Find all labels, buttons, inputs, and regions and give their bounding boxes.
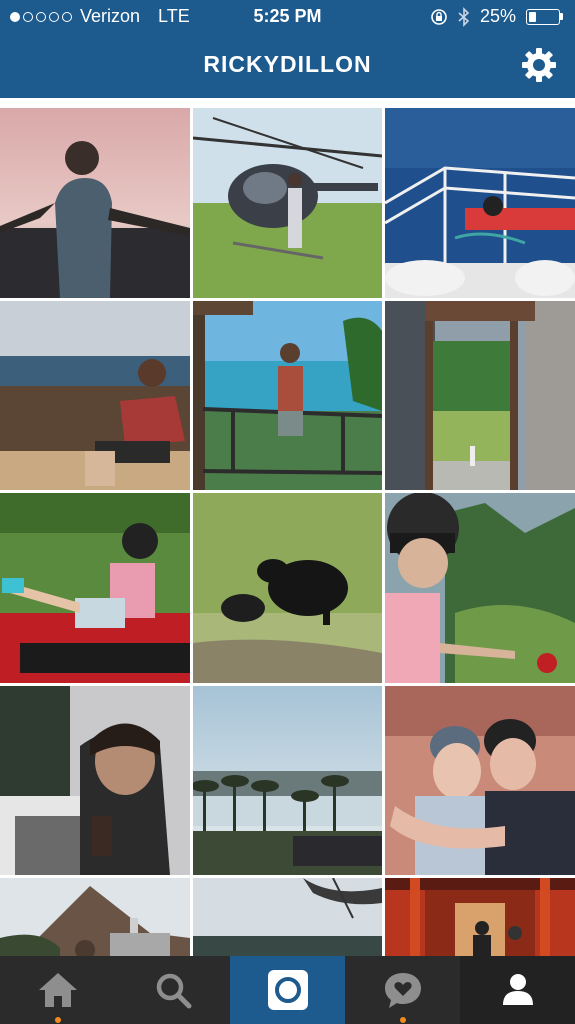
top-header: Verizon LTE 5:25 PM 25% RICKYDILLON <box>0 0 575 98</box>
page-title: RICKYDILLON <box>203 51 372 77</box>
photo-tile-couple-selfie[interactable] <box>385 686 575 875</box>
tab-profile[interactable] <box>460 956 575 1024</box>
bottom-tab-bar <box>0 956 575 1024</box>
photo-tile-mountain-castle[interactable] <box>0 878 190 956</box>
photo-tile-torii-gates[interactable] <box>385 878 575 956</box>
notification-dot <box>54 1017 61 1023</box>
photo-tile-boat-railing[interactable] <box>385 108 575 298</box>
gear-icon <box>522 48 556 82</box>
notification-dot <box>399 1017 406 1023</box>
battery-percent: 25% <box>479 6 516 26</box>
home-icon <box>38 973 77 1007</box>
photo-tile-beach-rocks[interactable] <box>0 301 190 490</box>
person-icon <box>502 974 533 1005</box>
search-icon <box>156 973 191 1009</box>
photo-tile-dark-selfie[interactable] <box>0 686 190 875</box>
tab-camera[interactable] <box>230 956 345 1024</box>
heart-bubble-icon <box>384 973 421 1008</box>
photo-tile-palm-trees[interactable] <box>193 686 382 875</box>
camera-icon <box>267 970 308 1010</box>
status-bar: Verizon LTE 5:25 PM 25% <box>0 0 575 34</box>
photo-grid <box>0 108 575 956</box>
photo-tile-helicopter[interactable] <box>193 108 382 298</box>
photo-tile-black-cow[interactable] <box>193 493 382 683</box>
status-right: 25% <box>430 6 563 27</box>
photo-tile-sunset-balcony[interactable] <box>0 108 190 298</box>
photo-tile-balcony-ocean[interactable] <box>193 301 382 490</box>
tab-search[interactable] <box>115 956 230 1024</box>
photo-tile-helmet-selfie[interactable] <box>385 493 575 683</box>
battery-icon <box>526 8 563 25</box>
bluetooth-icon <box>458 6 470 27</box>
tab-home[interactable] <box>0 956 115 1024</box>
settings-button[interactable] <box>520 46 558 84</box>
photo-tile-cloudy-sky[interactable] <box>193 878 382 956</box>
photo-tile-wooden-gate[interactable] <box>385 301 575 490</box>
rotation-lock-icon <box>431 8 447 25</box>
photo-tile-atv-ride[interactable] <box>0 493 190 683</box>
tab-activity[interactable] <box>345 956 460 1024</box>
